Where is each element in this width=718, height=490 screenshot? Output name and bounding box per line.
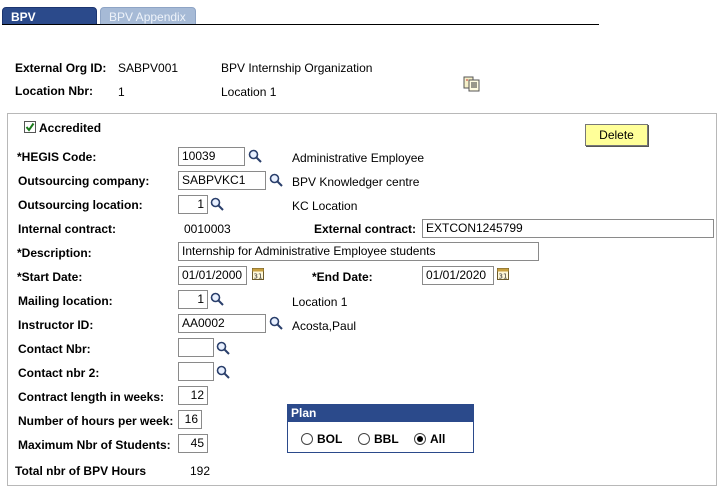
contact-nbr-input[interactable] (178, 338, 214, 357)
contact-nbr-label: Contact Nbr: (18, 342, 91, 356)
hegis-code-input[interactable]: 10039 (178, 147, 245, 166)
external-org-id-value: SABPV001 (118, 61, 179, 75)
hegis-lookup-icon[interactable] (248, 149, 262, 163)
outsourcing-company-label: Outsourcing company: (18, 174, 150, 188)
plan-radio-all[interactable] (414, 433, 426, 445)
outsourcing-company-description: BPV Knowledger centre (292, 175, 420, 189)
start-date-input[interactable]: 01/01/2000 (178, 266, 247, 285)
total-hours-label: Total nbr of BPV Hours (15, 464, 147, 478)
instructor-id-label: Instructor ID: (18, 318, 94, 332)
start-date-calendar-icon[interactable]: 31 (252, 268, 264, 280)
external-org-id-label: External Org ID: (15, 61, 107, 75)
hours-per-week-label: Number of hours per week: (18, 414, 174, 428)
plan-radio-bol[interactable] (301, 433, 313, 445)
location-name: Location 1 (221, 85, 277, 99)
contact-nbr-lookup-icon[interactable] (216, 341, 230, 355)
internal-contract-label: Internal contract: (18, 222, 117, 236)
max-students-label: Maximum Nbr of Students: (18, 438, 171, 452)
outsourcing-company-input[interactable]: SABPVKC1 (178, 171, 266, 190)
location-nbr-label: Location Nbr: (15, 84, 93, 98)
tab-bpv-contract[interactable]: BPV Contract (2, 7, 97, 38)
tab-bpv-appendix[interactable]: BPV Appendix (100, 7, 196, 25)
hours-per-week-input[interactable]: 16 (178, 410, 202, 429)
plan-group: Plan BOL BBL All (287, 404, 474, 453)
max-students-input[interactable]: 45 (178, 434, 208, 453)
outsourcing-location-input[interactable]: 1 (178, 195, 208, 214)
description-label: *Description: (17, 246, 92, 260)
outsourcing-location-label: Outsourcing location: (18, 198, 143, 212)
checkmark-icon (25, 122, 35, 132)
plan-radio-bbl[interactable] (358, 433, 370, 445)
description-input[interactable]: Internship for Administrative Employee s… (178, 242, 539, 261)
mailing-location-lookup-icon[interactable] (210, 292, 224, 306)
plan-title: Plan (288, 405, 473, 422)
total-hours-value: 192 (190, 464, 211, 478)
outsourcing-company-lookup-icon[interactable] (269, 173, 283, 187)
hegis-code-description: Administrative Employee (292, 151, 425, 165)
end-date-calendar-icon[interactable]: 31 (497, 268, 509, 280)
mailing-location-description: Location 1 (292, 295, 348, 309)
outsourcing-location-description: KC Location (292, 199, 358, 213)
svg-text:31: 31 (499, 273, 508, 281)
accredited-label: Accredited (39, 121, 102, 135)
svg-text:31: 31 (254, 273, 263, 281)
external-contract-input[interactable]: EXTCON1245799 (422, 219, 714, 238)
outsourcing-location-lookup-icon[interactable] (210, 197, 224, 211)
instructor-lookup-icon[interactable] (269, 316, 283, 330)
external-contract-label: External contract: (314, 222, 417, 236)
contact-nbr-2-input[interactable] (178, 362, 214, 381)
hegis-code-label: *HEGIS Code: (17, 150, 97, 164)
location-nbr-value: 1 (118, 85, 125, 99)
end-date-label: *End Date: (312, 270, 373, 284)
document-icon[interactable] (463, 76, 481, 92)
internal-contract-value: 0010003 (184, 222, 231, 236)
start-date-label: *Start Date: (17, 270, 83, 284)
contract-length-input[interactable]: 12 (178, 386, 208, 405)
delete-button[interactable]: Delete (585, 124, 648, 146)
plan-label-all: All (430, 432, 446, 446)
end-date-input[interactable]: 01/01/2020 (422, 266, 494, 285)
plan-label-bbl: BBL (374, 432, 399, 446)
external-org-name: BPV Internship Organization (221, 61, 373, 75)
contact-nbr-2-label: Contact nbr 2: (18, 366, 100, 380)
contact-nbr-2-lookup-icon[interactable] (216, 365, 230, 379)
plan-label-bol: BOL (317, 432, 343, 446)
mailing-location-input[interactable]: 1 (178, 290, 208, 309)
accredited-checkbox[interactable] (24, 121, 36, 133)
instructor-id-input[interactable]: AA0002 (178, 314, 266, 333)
contract-length-label: Contract length in weeks: (18, 390, 165, 404)
tab-divider (2, 24, 599, 25)
instructor-name: Acosta,Paul (292, 319, 357, 333)
mailing-location-label: Mailing location: (18, 294, 113, 308)
